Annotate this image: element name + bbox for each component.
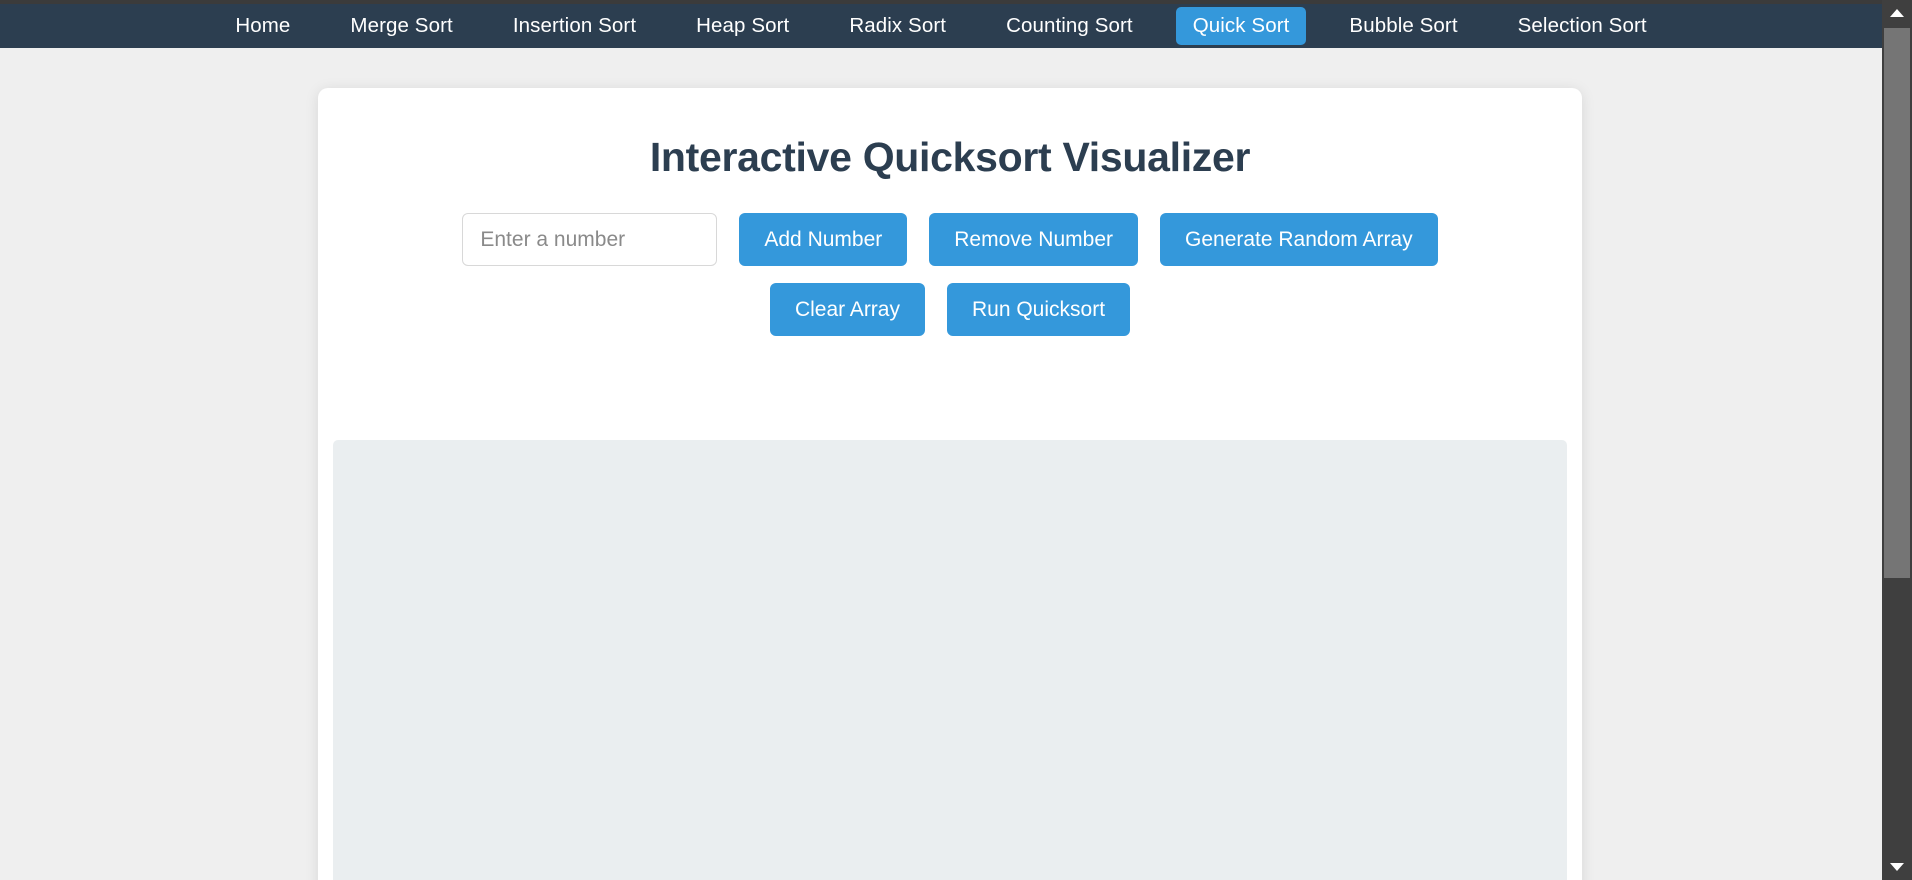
nav-item-selection-sort[interactable]: Selection Sort: [1501, 7, 1664, 46]
nav-item-radix-sort[interactable]: Radix Sort: [832, 7, 963, 46]
clear-array-button[interactable]: Clear Array: [769, 283, 925, 336]
add-number-button[interactable]: Add Number: [739, 213, 908, 266]
run-quicksort-button[interactable]: Run Quicksort: [946, 283, 1131, 336]
scroll-down-arrow-icon[interactable]: [1882, 854, 1912, 880]
scroll-up-arrow-icon[interactable]: [1882, 0, 1912, 26]
page-root: Home Merge Sort Insertion Sort Heap Sort Rad…: [0, 0, 1912, 880]
nav-item-insertion-sort[interactable]: Insertion Sort: [496, 7, 653, 46]
generate-random-array-button[interactable]: Generate Random Array: [1160, 213, 1438, 266]
nav-item-home[interactable]: Home: [218, 7, 307, 46]
page-title: Interactive Quicksort Visualizer: [649, 134, 1251, 180]
main-card: Interactive Quicksort Visualizer Add Num…: [318, 88, 1582, 880]
scrollbar-thumb[interactable]: [1884, 28, 1910, 578]
vertical-scrollbar[interactable]: [1882, 0, 1912, 880]
number-input[interactable]: [462, 213, 718, 266]
visualization-panel: 7714278213787469: [333, 440, 1567, 880]
remove-number-button[interactable]: Remove Number: [929, 213, 1138, 266]
nav-item-heap-sort[interactable]: Heap Sort: [679, 7, 806, 46]
nav-item-quick-sort[interactable]: Quick Sort: [1175, 6, 1307, 46]
main-navigation: Home Merge Sort Insertion Sort Heap Sort Rad…: [0, 4, 1882, 48]
nav-item-counting-sort[interactable]: Counting Sort: [989, 7, 1150, 46]
controls-row-secondary: Clear Array Run Quicksort: [318, 283, 1582, 336]
nav-item-merge-sort[interactable]: Merge Sort: [333, 7, 469, 46]
controls-row-primary: Add Number Remove Number Generate Random…: [318, 213, 1582, 266]
nav-item-bubble-sort[interactable]: Bubble Sort: [1332, 7, 1474, 46]
